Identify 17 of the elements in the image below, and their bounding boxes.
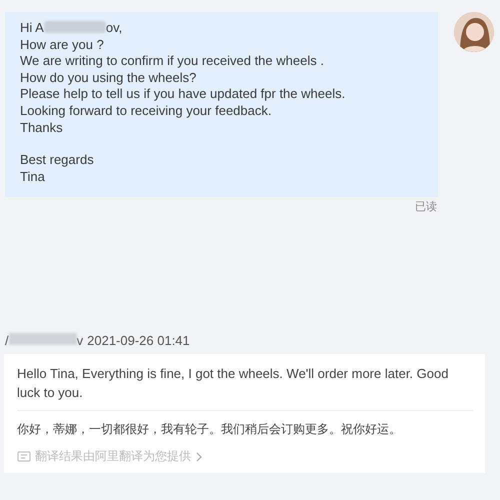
translation-note[interactable]: 翻译结果由阿里翻译为您提供 bbox=[35, 448, 191, 466]
message-line: Tina bbox=[20, 168, 46, 186]
message-line: We are writing to confirm if you received the wheels . bbox=[20, 53, 325, 70]
avatar[interactable] bbox=[454, 12, 494, 52]
message-time: 2021-09-26 01:41 bbox=[87, 333, 190, 348]
message-text: Hello Tina, Everything is fine, I got the wheels. We'll order more later. Good luck to you. bbox=[17, 365, 450, 402]
message-line: Please help to tell us if you have updated fpr the wheels. bbox=[20, 86, 346, 103]
message-line: How are you ? bbox=[20, 36, 105, 54]
read-status: 已读 bbox=[415, 200, 437, 214]
sender-name: / v bbox=[5, 333, 84, 348]
message-greeting: Hi A ov, bbox=[20, 20, 124, 37]
translation-text: 你好，蒂娜，一切都很好，我有轮子。我们稍后会订购更多。祝你好运。 bbox=[17, 421, 402, 438]
message-line: Best regards bbox=[20, 152, 95, 169]
message-line: How do you using the wheels? bbox=[20, 70, 198, 86]
translate-icon bbox=[17, 450, 31, 463]
message-line: Looking forward to receiving your feedback. bbox=[20, 102, 272, 120]
message-line: Thanks bbox=[20, 120, 64, 136]
